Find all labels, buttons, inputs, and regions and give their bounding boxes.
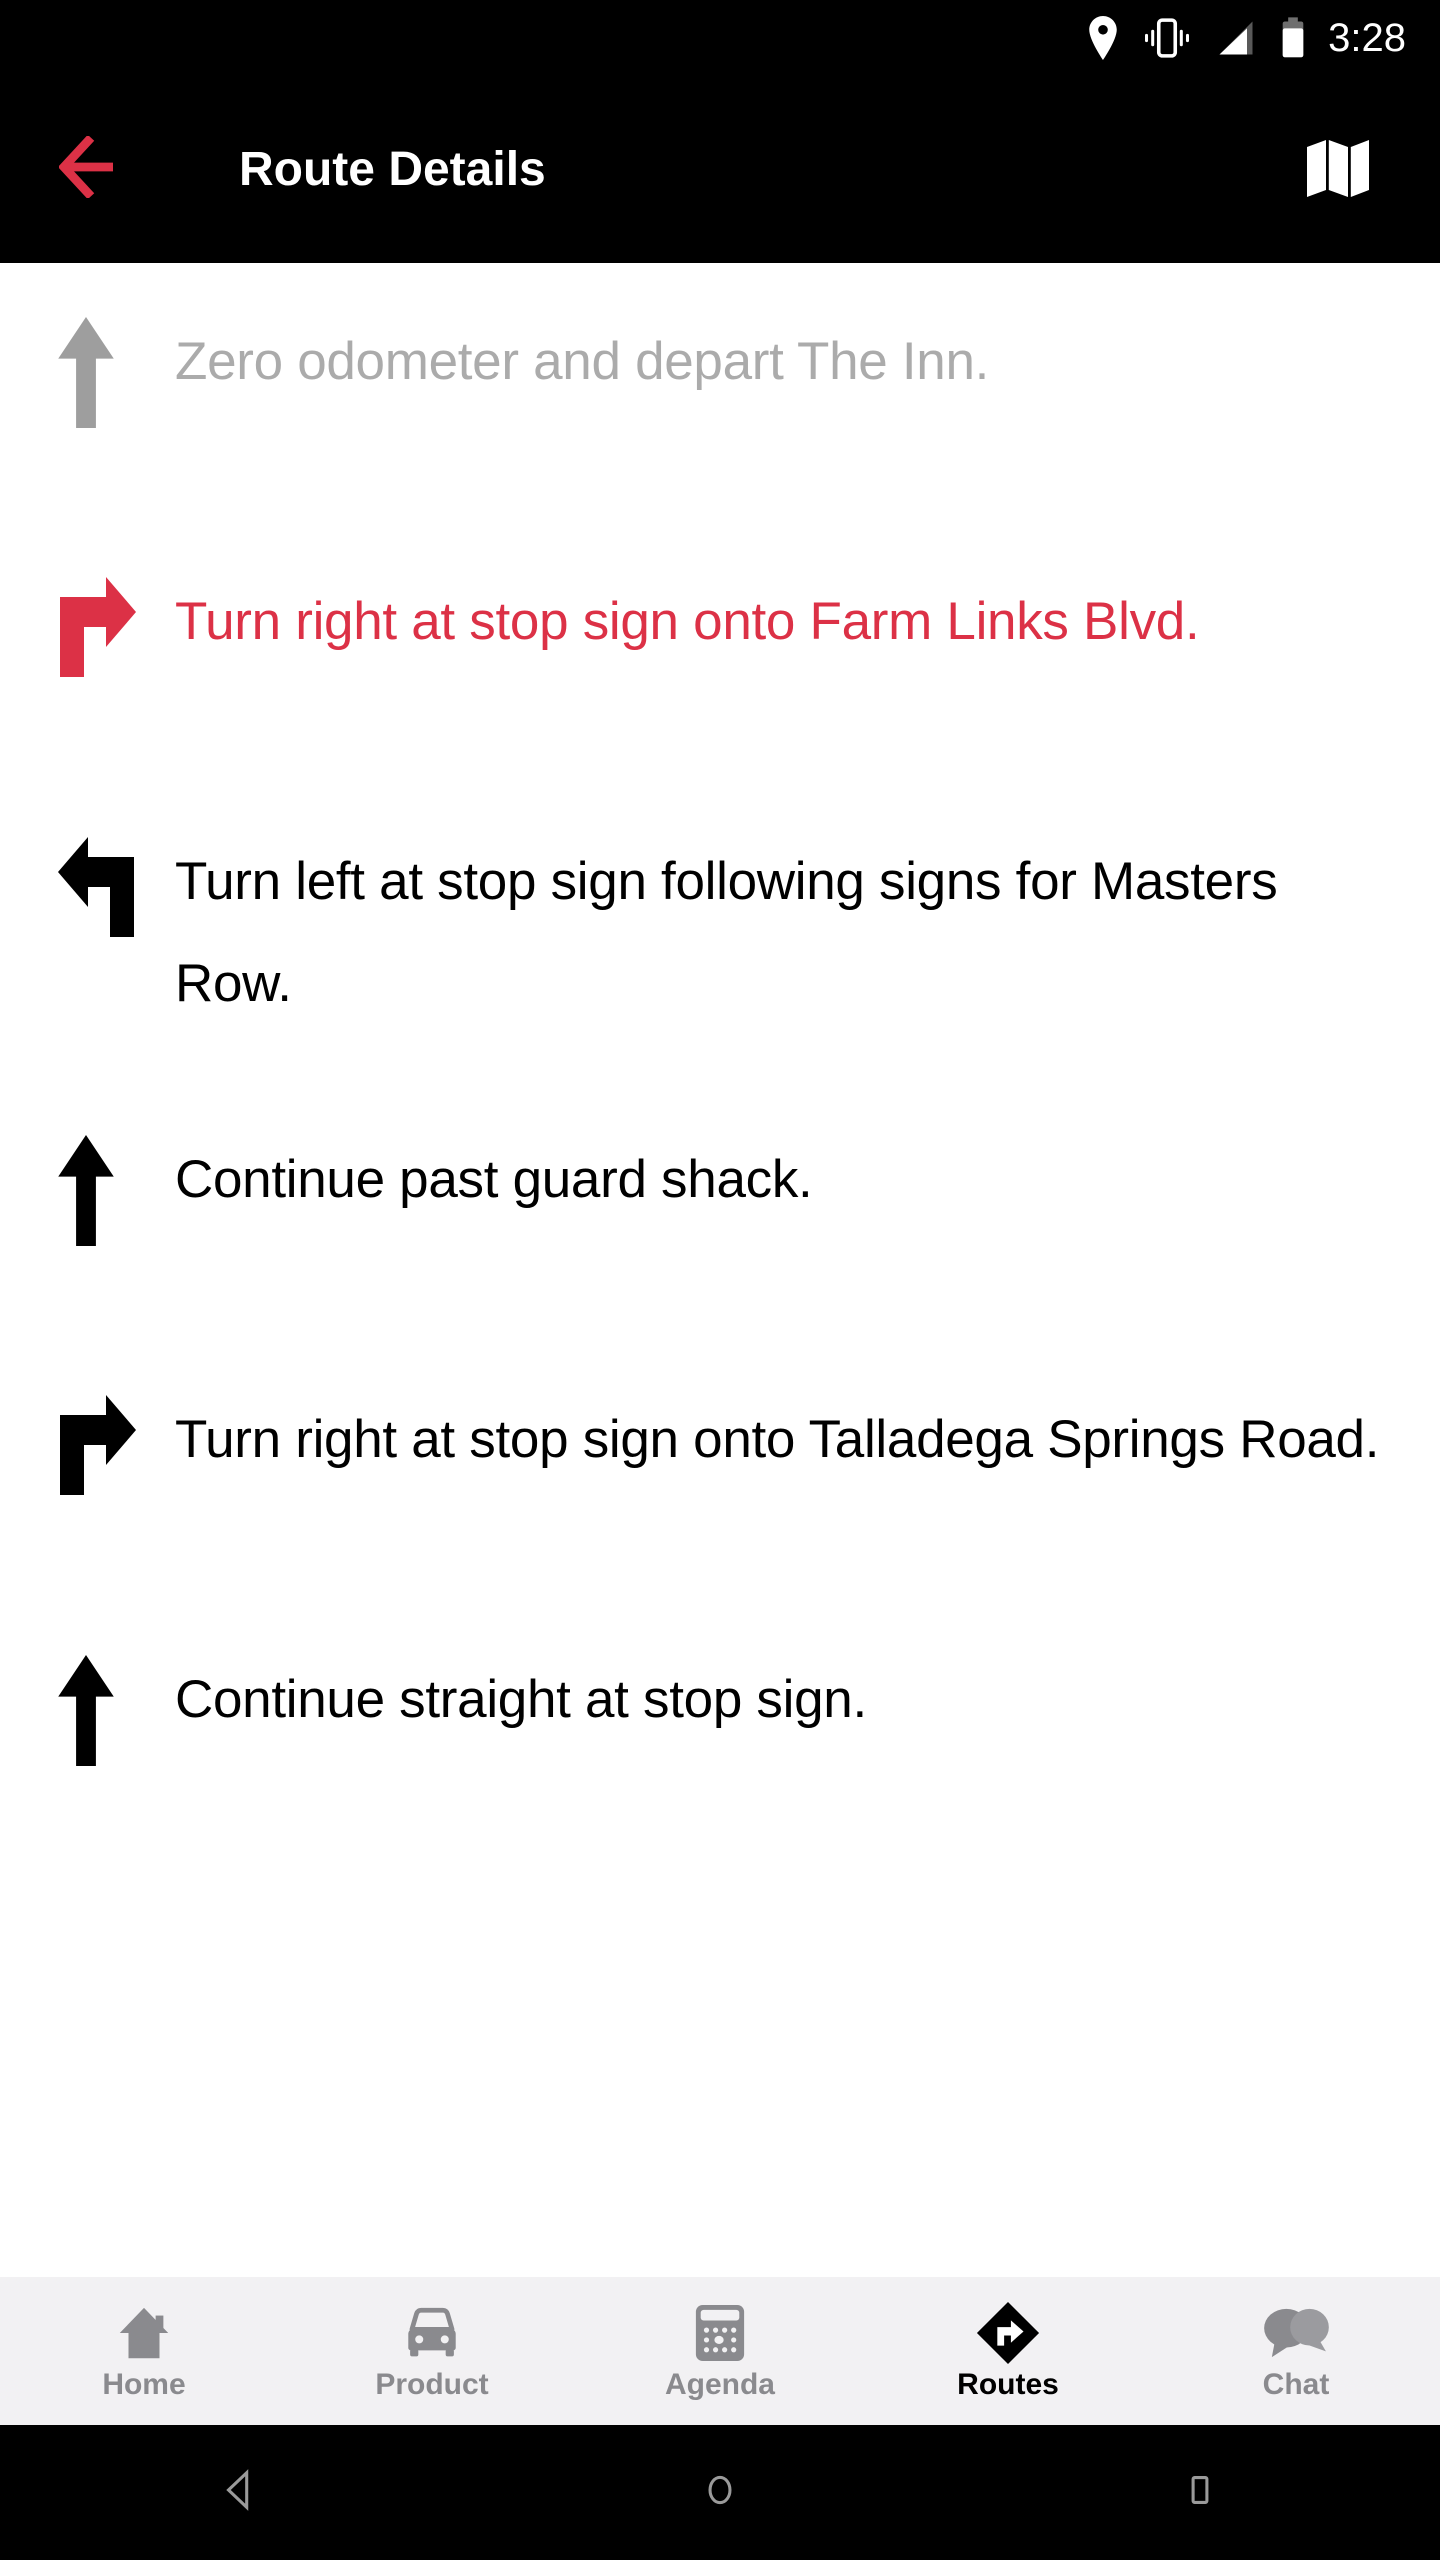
arrow-turn-left-icon <box>40 829 175 939</box>
arrow-back-icon <box>58 134 135 203</box>
nav-item-product[interactable]: Product <box>288 2302 576 2400</box>
route-step-text: Turn right at stop sign onto Talladega S… <box>175 1410 1380 1469</box>
battery-icon <box>1280 16 1306 60</box>
android-recents-button[interactable] <box>960 2467 1440 2518</box>
route-step-row[interactable]: Continue straight at stop sign. <box>0 1601 1440 1861</box>
arrow-straight-icon <box>40 1647 175 1768</box>
android-home-icon <box>697 2467 743 2518</box>
route-step-text: Continue straight at stop sign. <box>175 1670 867 1729</box>
nav-label: Routes <box>957 2368 1059 2401</box>
route-step-text: Turn right at stop sign onto Farm Links … <box>175 592 1200 651</box>
map-icon <box>1304 132 1372 207</box>
route-step-text: Zero odometer and depart The Inn. <box>175 332 990 391</box>
status-bar-icons <box>1086 15 1306 60</box>
agenda-icon <box>693 2302 747 2364</box>
status-bar: 3:28 <box>0 0 1440 75</box>
android-back-button[interactable] <box>0 2467 480 2518</box>
nav-label: Product <box>375 2368 489 2401</box>
vibrate-icon <box>1142 16 1192 60</box>
chat-bubbles-icon <box>1261 2302 1331 2364</box>
android-recents-icon <box>1177 2467 1223 2518</box>
nav-item-chat[interactable]: Chat <box>1152 2302 1440 2400</box>
arrow-turn-right-icon <box>40 569 175 679</box>
app-bar: Route Details <box>0 75 1440 263</box>
arrow-straight-icon <box>40 1127 175 1248</box>
status-bar-clock: 3:28 <box>1328 15 1406 60</box>
route-step-row[interactable]: Continue past guard shack. <box>0 1081 1440 1341</box>
route-step-text: Continue past guard shack. <box>175 1150 813 1209</box>
android-home-button[interactable] <box>480 2467 960 2518</box>
route-step-row[interactable]: Turn left at stop sign following signs f… <box>0 783 1440 1081</box>
route-steps-scroll-area[interactable]: Zero odometer and depart The Inn. Turn r… <box>0 263 1440 2560</box>
route-step-row[interactable]: Turn right at stop sign onto Farm Links … <box>0 523 1440 783</box>
bottom-navigation-bar: Home Product Agenda Routes Chat <box>0 2277 1440 2425</box>
home-icon <box>113 2302 175 2364</box>
page-title: Route Details <box>239 142 546 196</box>
nav-label: Agenda <box>664 2368 775 2401</box>
nav-item-agenda[interactable]: Agenda <box>576 2302 864 2400</box>
route-step-row[interactable]: Turn right at stop sign onto Talladega S… <box>0 1341 1440 1601</box>
arrow-straight-icon <box>40 309 175 430</box>
nav-item-routes[interactable]: Routes <box>864 2301 1152 2401</box>
nav-item-home[interactable]: Home <box>0 2302 288 2400</box>
route-step-row[interactable]: Zero odometer and depart The Inn. <box>0 263 1440 523</box>
route-steps-list: Zero odometer and depart The Inn. Turn r… <box>0 263 1440 1861</box>
signal-icon <box>1214 16 1258 60</box>
location-pin-icon <box>1086 15 1120 60</box>
route-step-text: Turn left at stop sign following signs f… <box>175 852 1278 1013</box>
nav-label: Home <box>102 2368 186 2401</box>
arrow-turn-right-icon <box>40 1387 175 1497</box>
nav-label: Chat <box>1262 2368 1330 2401</box>
car-icon <box>401 2302 463 2364</box>
back-button[interactable] <box>52 124 142 214</box>
map-button[interactable] <box>1290 121 1386 217</box>
routes-diamond-icon <box>975 2301 1041 2365</box>
android-system-navigation <box>0 2425 1440 2560</box>
android-back-icon <box>217 2467 263 2518</box>
